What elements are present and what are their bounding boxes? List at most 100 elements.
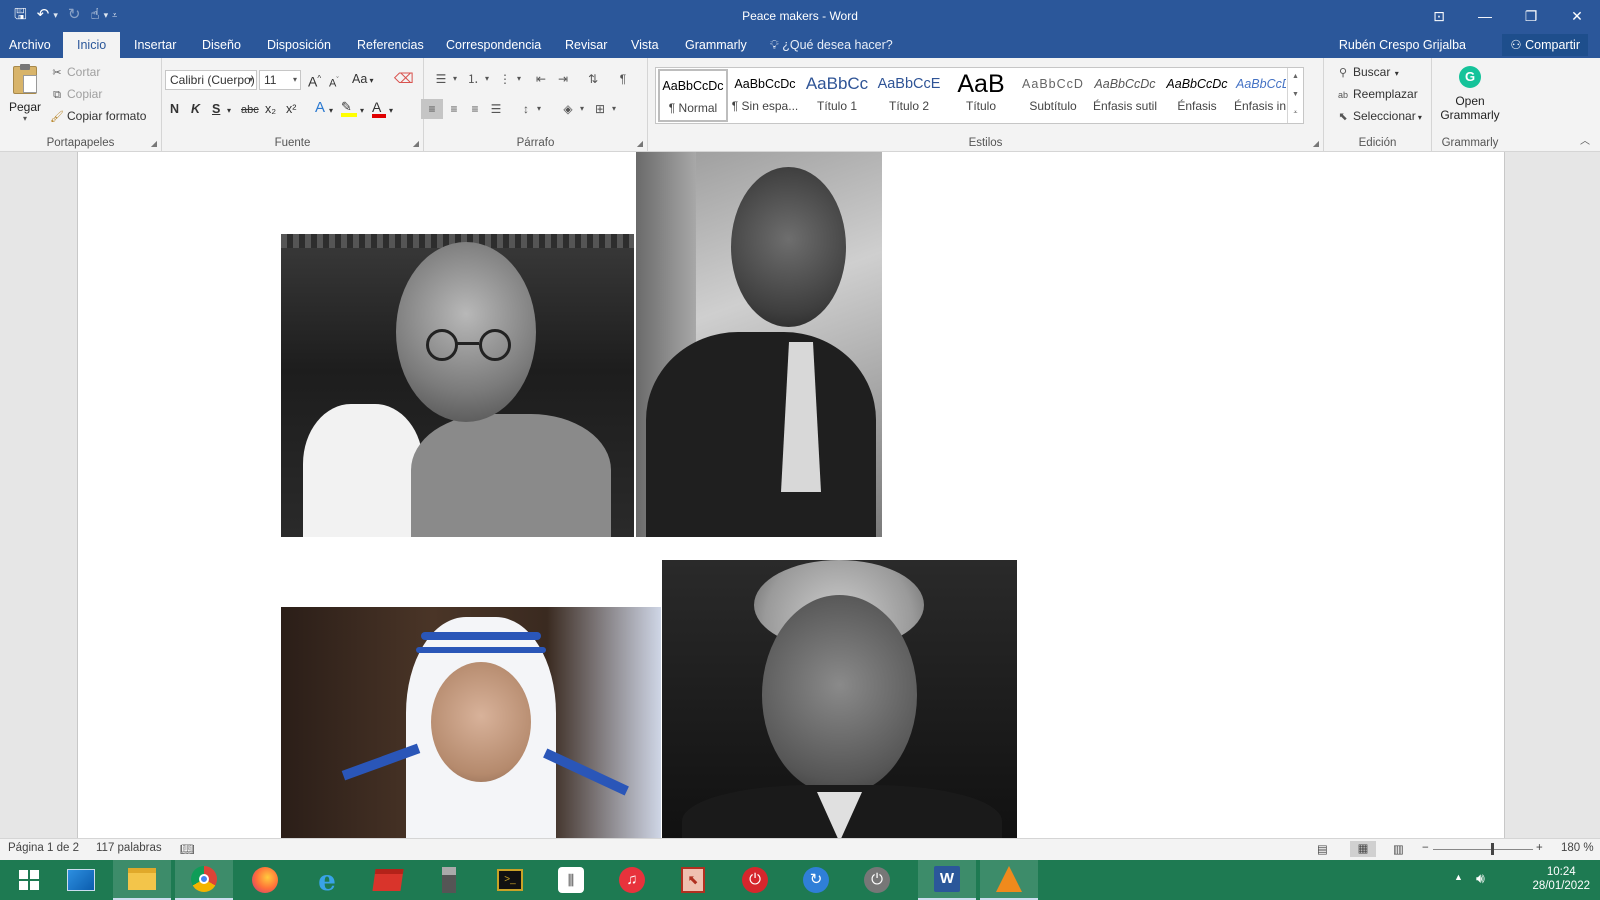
taskbar-file-explorer[interactable]: [113, 860, 171, 900]
close-button[interactable]: ✕: [1554, 0, 1600, 32]
font-size-combo[interactable]: 11 ▾: [259, 70, 301, 90]
taskbar-shutdown-red[interactable]: ⏻: [726, 860, 784, 900]
zoom-slider[interactable]: [1433, 849, 1533, 850]
strikethrough-button[interactable]: abc: [241, 102, 259, 118]
tab-archivo[interactable]: Archivo: [9, 32, 51, 58]
taskbar-pointer-app[interactable]: ⬉: [664, 860, 722, 900]
zoom-in-icon[interactable]: +: [1536, 842, 1543, 854]
style-emphasis[interactable]: AaBbCcDc Énfasis: [1162, 69, 1232, 122]
tab-insertar[interactable]: Insertar: [134, 32, 176, 58]
tab-referencias[interactable]: Referencias: [357, 32, 424, 58]
italic-button[interactable]: K: [191, 101, 200, 117]
copy-button[interactable]: ⧉ Copiar: [50, 87, 102, 102]
underline-button[interactable]: S: [212, 101, 220, 117]
sort-icon[interactable]: ⇅: [582, 69, 604, 89]
vertical-scrollbar[interactable]: [1583, 152, 1600, 838]
taskbar-chrome[interactable]: [175, 860, 233, 900]
find-button[interactable]: ⚲ Buscar ▾: [1336, 65, 1399, 79]
paragraph-launcher-icon[interactable]: ◢: [637, 139, 643, 148]
text-effects-dropdown-icon[interactable]: ▾: [329, 103, 333, 119]
borders-dropdown-icon[interactable]: ▾: [609, 99, 619, 119]
style-title[interactable]: AaB Título: [946, 69, 1016, 122]
tell-me-box[interactable]: 💡︎ ¿Qué desea hacer?: [770, 32, 893, 58]
open-grammarly-button[interactable]: G Open Grammarly: [1432, 66, 1508, 122]
zoom-level[interactable]: 180 %: [1561, 842, 1594, 854]
font-launcher-icon[interactable]: ◢: [413, 139, 419, 148]
proofing-icon[interactable]: 📖︎: [180, 842, 195, 856]
bold-button[interactable]: N: [170, 101, 179, 117]
photo-woman-in-habit[interactable]: [281, 607, 661, 838]
tab-grammarly[interactable]: Grammarly: [685, 32, 747, 58]
style-heading-1[interactable]: AaBbCc Título 1: [802, 69, 872, 122]
photo-grey-haired-man[interactable]: [662, 560, 1017, 838]
tab-revisar[interactable]: Revisar: [565, 32, 607, 58]
change-case-button[interactable]: Aa ▾: [352, 71, 374, 89]
numbering-dropdown-icon[interactable]: ▾: [482, 69, 492, 89]
tab-diseno[interactable]: Diseño: [202, 32, 241, 58]
chevron-down-icon[interactable]: ▼: [1288, 86, 1303, 104]
taskbar-red-folder[interactable]: [359, 860, 417, 900]
clock[interactable]: 10:24 28/01/2022: [1532, 865, 1590, 893]
tab-disposicion[interactable]: Disposición: [267, 32, 331, 58]
ribbon-display-options-icon[interactable]: ⊡: [1416, 0, 1462, 32]
font-color-dropdown-icon[interactable]: ▾: [389, 103, 393, 119]
start-button[interactable]: [0, 860, 58, 900]
taskbar-mixer[interactable]: ⫼: [542, 860, 600, 900]
taskbar-desktop-app[interactable]: [52, 860, 110, 900]
styles-launcher-icon[interactable]: ◢: [1313, 139, 1319, 148]
multilevel-list-icon[interactable]: ⋮: [494, 69, 516, 89]
volume-icon[interactable]: 🔊︎: [1476, 870, 1485, 887]
style-intense-emphasis[interactable]: AaBbCcDc Énfasis int...: [1234, 69, 1286, 122]
bullets-dropdown-icon[interactable]: ▾: [450, 69, 460, 89]
shading-dropdown-icon[interactable]: ▾: [577, 99, 587, 119]
more-styles-icon[interactable]: ⩡: [1288, 104, 1303, 122]
font-name-combo[interactable]: Calibri (Cuerpo) ▾: [165, 70, 257, 90]
taskbar-internet-explorer[interactable]: e: [298, 860, 356, 900]
taskbar-usb-app[interactable]: [420, 860, 478, 900]
shading-icon[interactable]: ◈: [557, 99, 579, 119]
clear-formatting-icon[interactable]: ⌫: [394, 70, 414, 86]
taskbar-firefox[interactable]: [236, 860, 294, 900]
tab-inicio[interactable]: Inicio: [63, 32, 121, 58]
restore-button[interactable]: ❐: [1508, 0, 1554, 32]
style-no-spacing[interactable]: AaBbCcDc ¶ Sin espa...: [730, 69, 800, 122]
taskbar-terminal[interactable]: >_: [481, 860, 539, 900]
clipboard-launcher-icon[interactable]: ◢: [151, 139, 157, 148]
subscript-button[interactable]: x₂: [265, 101, 276, 117]
align-right-icon[interactable]: ≡: [464, 99, 486, 119]
paste-button[interactable]: Pegar ▾: [6, 64, 44, 128]
line-spacing-dropdown-icon[interactable]: ▾: [534, 99, 544, 119]
show-hidden-icons-icon[interactable]: ▲: [1454, 872, 1463, 882]
word-count[interactable]: 117 palabras: [96, 842, 162, 854]
document-page[interactable]: [77, 152, 1505, 838]
user-name[interactable]: Rubén Crespo Grijalba: [1339, 32, 1466, 58]
tab-vista[interactable]: Vista: [631, 32, 659, 58]
style-normal[interactable]: AaBbCcDc ¶ Normal: [658, 69, 728, 122]
taskbar-shutdown-grey[interactable]: ⏻: [848, 860, 906, 900]
style-heading-2[interactable]: AaBbCcE Título 2: [874, 69, 944, 122]
increase-indent-icon[interactable]: ⇥: [552, 69, 574, 89]
shrink-font-button[interactable]: Aˇ: [329, 73, 339, 92]
tab-correspondencia[interactable]: Correspondencia: [446, 32, 541, 58]
highlight-icon[interactable]: ✎: [341, 99, 357, 117]
web-layout-icon[interactable]: ▥: [1393, 842, 1404, 856]
taskbar-vlc[interactable]: [980, 860, 1038, 900]
select-button[interactable]: ⬉ Seleccionar ▾: [1336, 109, 1422, 123]
zoom-out-icon[interactable]: −: [1422, 842, 1429, 854]
zoom-slider-thumb[interactable]: [1491, 843, 1494, 855]
taskbar-word[interactable]: W: [918, 860, 976, 900]
grow-font-button[interactable]: A^: [308, 71, 321, 90]
replace-button[interactable]: ab Reemplazar: [1336, 87, 1418, 101]
style-subtle-emphasis[interactable]: AaBbCcDc Énfasis sutil: [1090, 69, 1160, 122]
align-left-icon[interactable]: ≡: [421, 99, 443, 119]
taskbar-music[interactable]: ♫: [603, 860, 661, 900]
taskbar-restart[interactable]: ↻: [787, 860, 845, 900]
underline-dropdown-icon[interactable]: ▾: [227, 103, 231, 119]
print-layout-icon[interactable]: ▦: [1350, 841, 1376, 857]
bullets-icon[interactable]: ☰: [430, 69, 452, 89]
multilevel-dropdown-icon[interactable]: ▾: [514, 69, 524, 89]
superscript-button[interactable]: x²: [286, 101, 296, 117]
photo-man-in-suit[interactable]: [636, 152, 882, 537]
collapse-ribbon-icon[interactable]: ︿: [1580, 132, 1590, 147]
align-center-icon[interactable]: ≡: [443, 99, 465, 119]
